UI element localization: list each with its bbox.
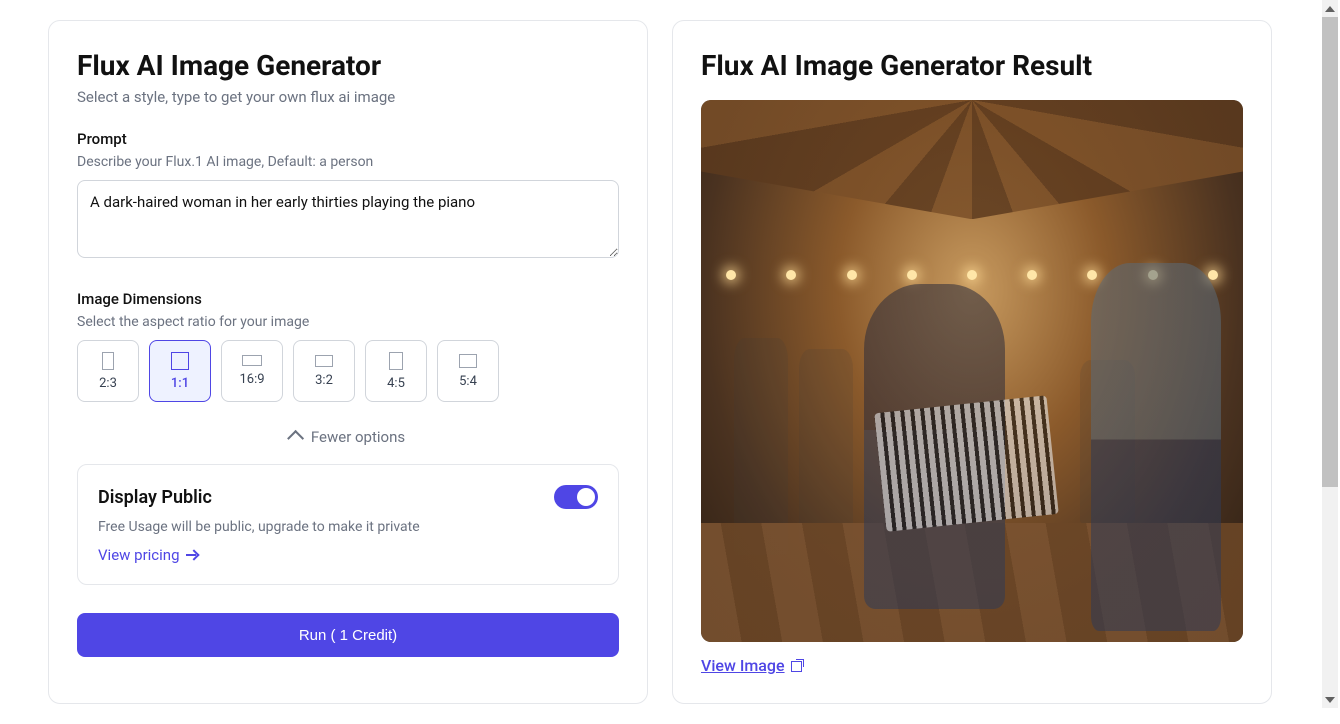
scroll-down-button[interactable] <box>1322 691 1338 708</box>
triangle-down-icon <box>1325 697 1335 703</box>
result-image[interactable] <box>701 100 1243 642</box>
fewer-options-label: Fewer options <box>311 428 405 446</box>
ratio-3-2[interactable]: 3:2 <box>293 340 355 402</box>
scroll-up-button[interactable] <box>1322 0 1338 17</box>
ratio-shape-icon <box>171 352 189 370</box>
generator-subtitle: Select a style, type to get your own flu… <box>77 88 619 106</box>
fewer-options-toggle[interactable]: Fewer options <box>77 420 619 464</box>
generator-title: Flux AI Image Generator <box>77 49 619 82</box>
chevron-up-icon <box>287 430 304 447</box>
ratio-shape-icon <box>315 355 333 367</box>
ratio-4-5[interactable]: 4:5 <box>365 340 427 402</box>
prompt-help: Describe your Flux.1 AI image, Default: … <box>77 154 619 170</box>
app-container: Flux AI Image Generator Select a style, … <box>0 0 1320 724</box>
ratio-shape-icon <box>389 352 403 370</box>
result-title: Flux AI Image Generator Result <box>701 49 1243 82</box>
scroll-track[interactable] <box>1322 17 1338 691</box>
ratio-shape-icon <box>102 352 114 370</box>
ratio-2-3[interactable]: 2:3 <box>77 340 139 402</box>
dimensions-label: Image Dimensions <box>77 290 619 308</box>
ratio-5-4[interactable]: 5:4 <box>437 340 499 402</box>
view-image-label: View Image <box>701 656 785 675</box>
ratio-row: 2:3 1:1 16:9 3:2 4:5 5:4 <box>77 340 619 402</box>
ratio-1-1[interactable]: 1:1 <box>149 340 211 402</box>
view-pricing-link[interactable]: View pricing <box>98 546 200 564</box>
gazebo-roof-decor <box>701 100 1243 219</box>
public-title: Display Public <box>98 487 212 508</box>
run-button[interactable]: Run ( 1 Credit) <box>77 613 619 657</box>
ratio-label: 3:2 <box>315 373 333 388</box>
public-desc: Free Usage will be public, upgrade to ma… <box>98 519 598 535</box>
page-scrollbar[interactable] <box>1322 0 1338 708</box>
display-public-box: Display Public Free Usage will be public… <box>77 464 619 585</box>
external-link-icon <box>791 659 804 672</box>
ratio-label: 5:4 <box>459 374 477 389</box>
figure-back-decor <box>1091 263 1221 632</box>
bg-person-decor <box>799 349 853 544</box>
ratio-label: 4:5 <box>387 376 405 391</box>
toggle-knob <box>577 488 595 506</box>
ratio-label: 2:3 <box>99 376 117 391</box>
pricing-link-label: View pricing <box>98 546 180 564</box>
prompt-label: Prompt <box>77 130 619 148</box>
arrow-right-icon <box>186 550 200 560</box>
ratio-16-9[interactable]: 16:9 <box>221 340 283 402</box>
ratio-label: 16:9 <box>239 372 264 387</box>
ratio-label: 1:1 <box>171 376 189 391</box>
public-toggle[interactable] <box>554 485 598 509</box>
public-header: Display Public <box>98 485 598 509</box>
dimensions-help: Select the aspect ratio for your image <box>77 314 619 330</box>
prompt-input[interactable] <box>77 180 619 258</box>
generator-card: Flux AI Image Generator Select a style, … <box>48 20 648 704</box>
view-image-link[interactable]: View Image <box>701 656 804 675</box>
triangle-up-icon <box>1325 6 1335 12</box>
ratio-shape-icon <box>459 354 477 368</box>
result-card: Flux AI Image Generator Result View Imag… <box>672 20 1272 704</box>
ratio-shape-icon <box>242 355 262 366</box>
scroll-thumb[interactable] <box>1322 17 1338 487</box>
accordion-decor <box>874 395 1059 532</box>
